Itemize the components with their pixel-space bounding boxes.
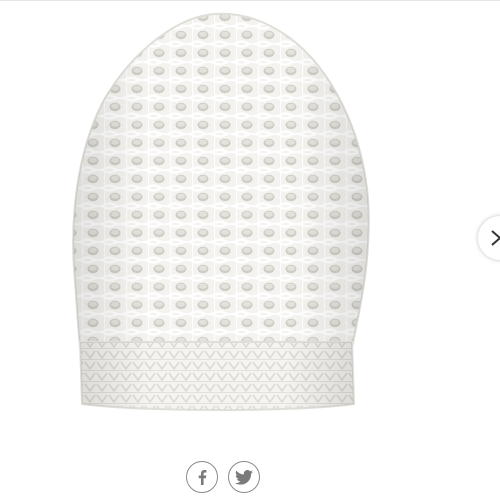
share-facebook-button[interactable]	[186, 461, 218, 493]
share-buttons	[186, 461, 260, 495]
product-gallery	[0, 0, 500, 504]
product-image	[72, 12, 370, 411]
chevron-right-icon	[491, 230, 500, 246]
top-divider	[0, 0, 500, 1]
twitter-icon	[235, 469, 253, 485]
facebook-icon	[198, 470, 207, 485]
share-twitter-button[interactable]	[228, 461, 260, 493]
carousel-next-button[interactable]	[478, 216, 500, 260]
